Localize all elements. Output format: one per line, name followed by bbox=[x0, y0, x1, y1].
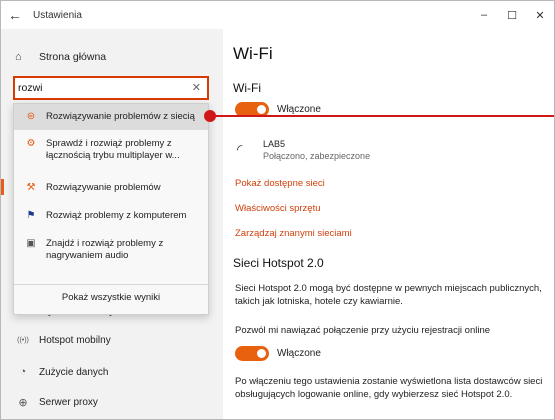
clear-search-icon[interactable]: ✕ bbox=[192, 81, 201, 94]
suggestion-network-troubleshoot[interactable]: ⊜ Rozwiązywanie problemów z siecią bbox=[14, 104, 208, 130]
main-content: Wi-Fi Wi-Fi Włączone ◜ LAB5 Połączono, z… bbox=[223, 29, 554, 419]
close-icon: ✕ bbox=[535, 9, 545, 22]
network-status: Połączono, zabezpieczone bbox=[263, 151, 371, 161]
suggestion-label: Rozwiąż problemy z komputerem bbox=[46, 210, 187, 221]
suggestion-label-block: Sprawdź i rozwiąż problemy z łącznością … bbox=[46, 138, 180, 162]
hotspot-toggle-label: Włączone bbox=[277, 348, 321, 359]
divider bbox=[14, 284, 208, 285]
hotspot-section-title: Sieci Hotspot 2.0 bbox=[233, 256, 324, 270]
suggestion-label-block: Znajdź i rozwiąż problemy z nagrywaniem … bbox=[46, 238, 163, 262]
hotspot-allow-label: Pozwól mi nawiązać połączenie przy użyci… bbox=[235, 325, 491, 336]
hardware-properties-link[interactable]: Właściwości sprzętu bbox=[235, 203, 321, 214]
globe-icon: ⊕ bbox=[18, 397, 28, 409]
minimize-icon: – bbox=[480, 9, 488, 21]
wifi-section-title: Wi-Fi bbox=[233, 81, 261, 95]
manage-known-networks-link[interactable]: Zarządzaj znanymi sieciami bbox=[235, 228, 352, 239]
suggestion-multiplayer-troubleshoot[interactable]: ⚙ Sprawdź i rozwiąż problemy z łączności… bbox=[14, 138, 208, 172]
suggestion-troubleshoot[interactable]: ⚒ Rozwiązywanie problemów bbox=[14, 182, 208, 200]
hotspot-note: Po włączeniu tego ustawienia zostanie wy… bbox=[235, 376, 543, 400]
sidebar-item-mobile-hotspot[interactable]: ((•)) Hotspot mobilny bbox=[15, 335, 111, 346]
window-controls: – ☐ ✕ bbox=[470, 1, 554, 29]
wifi-signal-icon: ◜ bbox=[237, 141, 243, 157]
audio-icon: ▣ bbox=[26, 238, 36, 249]
show-available-networks-link[interactable]: Pokaż dostępne sieci bbox=[235, 178, 325, 189]
network-name[interactable]: LAB5 bbox=[263, 139, 285, 149]
sidebar-item-label: Hotspot mobilny bbox=[39, 335, 111, 346]
sidebar-item-data-usage[interactable]: ◔ Zużycie danych bbox=[15, 366, 109, 378]
suggestion-label-line2: łącznością trybu multiplayer w... bbox=[46, 150, 180, 161]
sidebar-item-proxy[interactable]: ⊕ Serwer proxy bbox=[15, 396, 98, 409]
hotspot-icon: ((•)) bbox=[17, 337, 29, 344]
sidebar-item-label: Serwer proxy bbox=[39, 397, 98, 408]
suggestion-label: Rozwiązywanie problemów z siecią bbox=[46, 111, 195, 122]
home-icon: ⌂ bbox=[15, 51, 22, 63]
selected-indicator bbox=[1, 179, 4, 195]
back-button[interactable]: ← bbox=[1, 1, 29, 29]
close-button[interactable]: ✕ bbox=[526, 1, 554, 29]
annotation-line bbox=[215, 115, 554, 117]
suggestion-label-line2: nagrywaniem audio bbox=[46, 250, 129, 261]
suggestion-audio-troubleshoot[interactable]: ▣ Znajdź i rozwiąż problemy z nagrywanie… bbox=[14, 238, 208, 272]
search-input[interactable] bbox=[18, 82, 188, 94]
suggestion-label: Rozwiązywanie problemów bbox=[46, 182, 161, 193]
flag-icon: ⚑ bbox=[26, 210, 36, 221]
page-title: Wi-Fi bbox=[233, 44, 273, 63]
sidebar: ⌂ Strona główna ✕ ✈ Tryb samolotowy ((•)… bbox=[1, 29, 223, 419]
wifi-toggle-label: Włączone bbox=[277, 104, 321, 115]
search-box[interactable]: ✕ bbox=[13, 76, 209, 100]
app-title: Ustawienia bbox=[33, 9, 82, 21]
settings-window: ← Ustawienia – ☐ ✕ ⌂ Strona główna ✕ ✈ bbox=[0, 0, 555, 420]
hotspot-description: Sieci Hotspot 2.0 mogą być dostępne w pe… bbox=[235, 283, 542, 307]
suggestion-label-line1: Znajdź i rozwiąż problemy z bbox=[46, 238, 164, 249]
gear-icon: ⚙ bbox=[26, 138, 36, 149]
data-usage-icon: ◔ bbox=[19, 366, 27, 378]
back-arrow-icon: ← bbox=[8, 7, 22, 23]
title-bar: ← Ustawienia – ☐ ✕ bbox=[1, 1, 554, 29]
wrench-icon: ⚒ bbox=[26, 182, 36, 193]
search-suggestions: ⊜ Rozwiązywanie problemów z siecią ⚙ Spr… bbox=[13, 103, 209, 315]
suggestion-pc-troubleshoot[interactable]: ⚑ Rozwiąż problemy z komputerem bbox=[14, 210, 208, 228]
sidebar-item-label: Strona główna bbox=[39, 51, 107, 63]
suggestion-label-line1: Sprawdź i rozwiąż problemy z bbox=[46, 138, 172, 149]
hotspot-toggle[interactable] bbox=[235, 346, 269, 361]
maximize-icon: ☐ bbox=[507, 9, 517, 22]
minimize-button[interactable]: – bbox=[470, 1, 498, 29]
network-troubleshoot-icon: ⊜ bbox=[26, 111, 36, 122]
show-all-results-button[interactable]: Pokaż wszystkie wyniki bbox=[14, 292, 208, 303]
sidebar-item-home[interactable]: ⌂ Strona główna bbox=[15, 51, 106, 63]
sidebar-item-label: Zużycie danych bbox=[39, 366, 109, 378]
maximize-button[interactable]: ☐ bbox=[498, 1, 526, 29]
